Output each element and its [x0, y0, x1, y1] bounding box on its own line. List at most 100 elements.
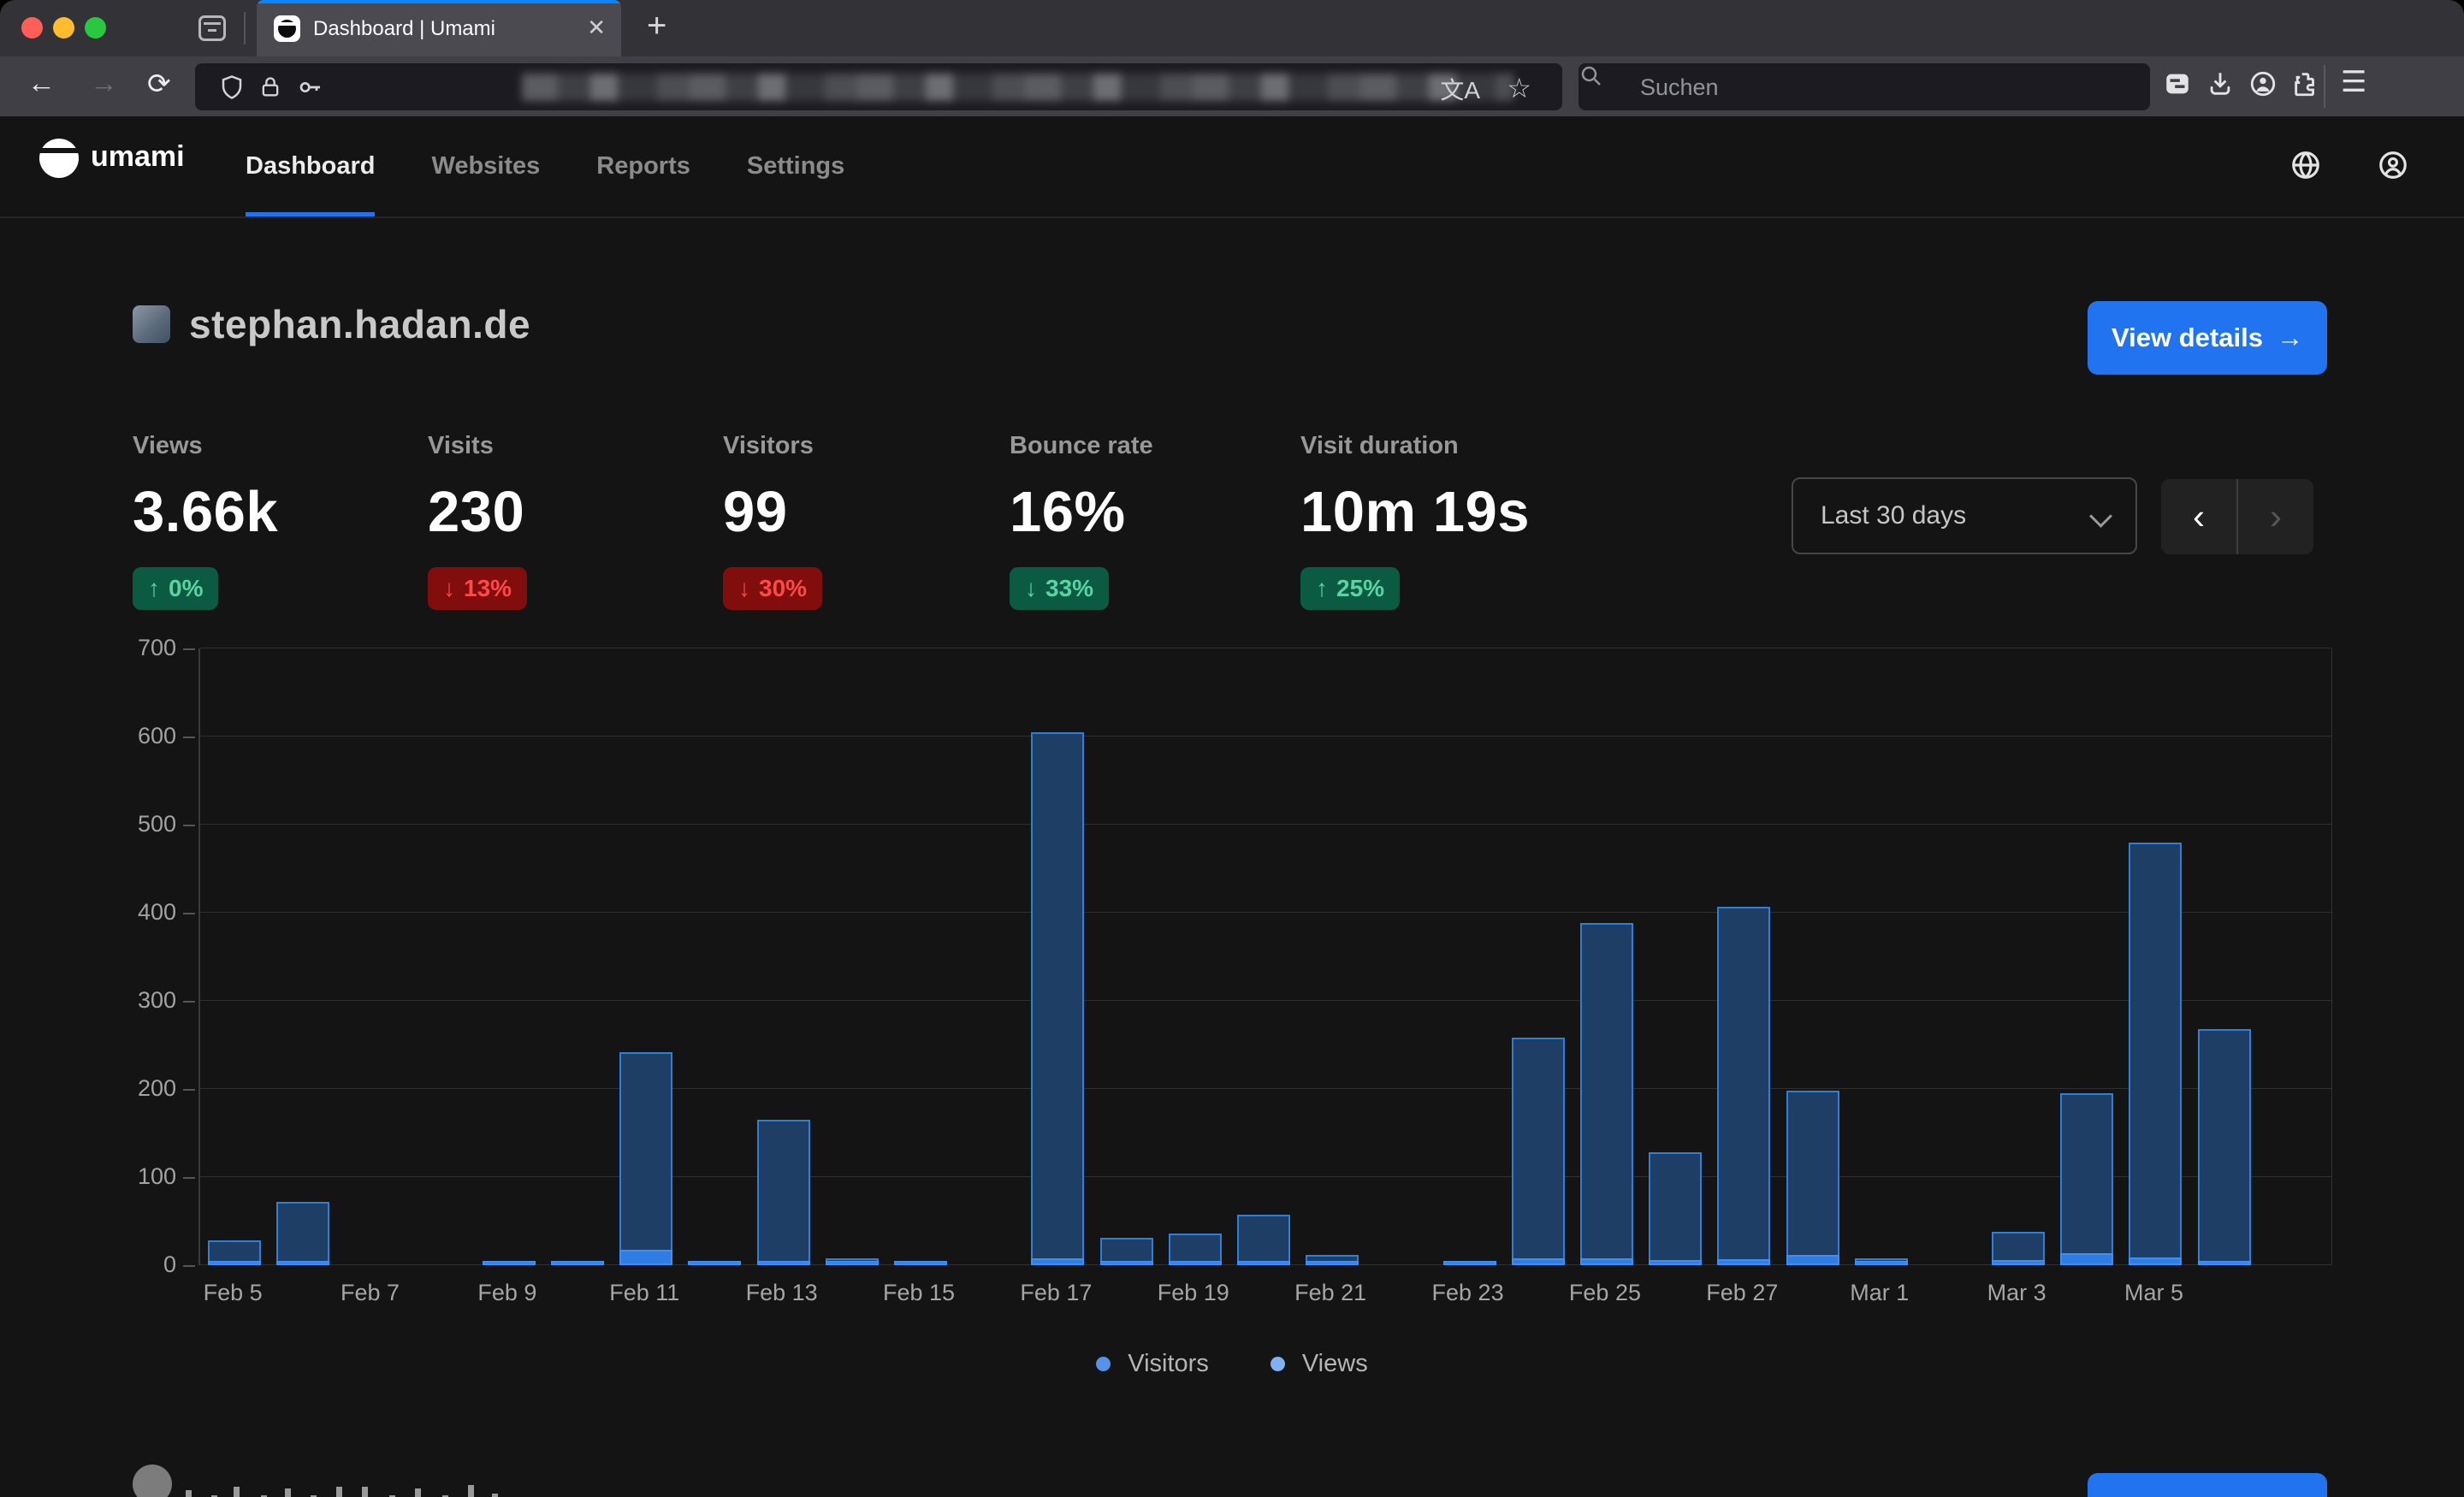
legend-label: Visitors [1128, 1350, 1209, 1378]
prev-period-button[interactable]: ‹ [2161, 479, 2236, 554]
views-bar [2198, 1029, 2251, 1265]
browser-tab[interactable]: Dashboard | Umami ✕ [257, 0, 621, 56]
lock-icon[interactable] [258, 74, 282, 101]
downloads-icon[interactable] [2206, 69, 2235, 98]
date-pager: ‹ › [2161, 479, 2313, 554]
umami-logo-icon[interactable] [39, 139, 79, 178]
views-bar [2129, 843, 2182, 1265]
window-minimize-button[interactable] [53, 17, 74, 38]
tab-title: Dashboard | Umami [313, 17, 495, 41]
legend-item-visitors[interactable]: Visitors [1096, 1350, 1209, 1378]
visitors-bar [1237, 1261, 1290, 1265]
extensions-icon[interactable] [2291, 69, 2320, 98]
stat-value: 16% [1010, 479, 1292, 545]
views-bar [1512, 1038, 1565, 1265]
profile-icon[interactable] [2377, 149, 2413, 185]
views-bar [1580, 923, 1633, 1265]
website-header: stephan.hadan.de [133, 301, 530, 347]
y-tick-mark [183, 913, 195, 914]
y-tick-label: 0 [86, 1251, 176, 1278]
close-tab-icon[interactable]: ✕ [587, 15, 606, 41]
visitors-bar [2129, 1257, 2182, 1265]
stat-visits: Visits 230 ↓13% [428, 432, 710, 610]
visitors-bar [208, 1261, 261, 1265]
gridline [200, 912, 2331, 913]
app-navbar: umami Dashboard Websites Reports Setting… [0, 116, 2464, 218]
key-icon[interactable] [296, 74, 323, 101]
website-favicon [133, 305, 170, 343]
browser-toolbar: ← → ⟳ 文A ☆ Suchen [0, 56, 2464, 116]
brand-name[interactable]: umami [91, 140, 185, 174]
views-bar [1786, 1091, 1839, 1265]
view-details-button[interactable]: View details → [2088, 301, 2327, 375]
nav-item-dashboard[interactable]: Dashboard [246, 116, 375, 216]
sidebars-icon[interactable] [2163, 69, 2192, 98]
x-tick-label: Feb 5 [204, 1280, 263, 1306]
legend-dot-icon [1096, 1357, 1111, 1371]
shield-icon[interactable] [219, 74, 245, 101]
trend-arrow-icon: ↑ [1316, 575, 1328, 602]
visitors-bar [1717, 1259, 1770, 1265]
visitors-bar [1306, 1261, 1359, 1265]
translate-icon[interactable]: 文A [1440, 72, 1480, 106]
theme-moon-icon[interactable] [2204, 149, 2240, 185]
nav-item-settings[interactable]: Settings [747, 116, 844, 216]
stat-visitors: Visitors 99 ↓30% [723, 432, 1005, 610]
x-tick-label: Mar 3 [1987, 1280, 2046, 1306]
y-tick-label: 500 [86, 811, 176, 837]
chart-legend: Visitors Views [0, 1350, 2464, 1378]
forward-button[interactable]: → [90, 67, 118, 99]
date-range-label: Last 30 days [1821, 501, 1966, 530]
gridline [200, 1088, 2331, 1089]
views-bar [1649, 1152, 1702, 1265]
y-tick-mark [183, 1089, 195, 1091]
x-tick-label: Mar 5 [2124, 1280, 2183, 1306]
next-period-button[interactable]: › [2238, 479, 2313, 554]
visitors-bar [2060, 1253, 2113, 1265]
gridline [200, 824, 2331, 825]
views-bar [757, 1120, 810, 1265]
visitors-bar [1786, 1255, 1839, 1265]
stat-value: 3.66k [133, 479, 415, 545]
visitors-bar [1580, 1258, 1633, 1265]
next-website-favicon [133, 1464, 172, 1497]
chevron-down-icon [2093, 508, 2110, 525]
visitors-bar [2198, 1261, 2251, 1265]
language-globe-icon[interactable] [2289, 149, 2325, 185]
reload-button[interactable]: ⟳ [147, 67, 171, 100]
firefox-view-icon[interactable] [198, 15, 226, 41]
gridline [200, 736, 2331, 737]
nav-item-reports[interactable]: Reports [596, 116, 690, 216]
views-bar [1717, 907, 1770, 1265]
next-website-header-clipped [133, 1464, 1159, 1497]
visitors-bar [894, 1261, 947, 1265]
legend-item-views[interactable]: Views [1270, 1350, 1368, 1378]
views-bar [276, 1202, 329, 1265]
visitors-bar [1100, 1261, 1153, 1265]
bookmark-star-icon[interactable]: ☆ [1507, 72, 1531, 104]
y-tick-mark [183, 1265, 195, 1267]
back-button[interactable]: ← [27, 67, 56, 99]
stat-label: Bounce rate [1010, 432, 1292, 460]
window-zoom-button[interactable] [85, 17, 106, 38]
x-tick-label: Feb 15 [883, 1280, 955, 1306]
account-icon[interactable] [2248, 69, 2277, 98]
new-tab-button[interactable]: + [647, 7, 666, 45]
y-tick-label: 700 [86, 635, 176, 661]
visitors-bar [1855, 1261, 1908, 1265]
y-tick-label: 400 [86, 899, 176, 926]
search-bar[interactable]: Suchen [1578, 63, 2150, 110]
views-bar [619, 1052, 672, 1265]
menu-icon[interactable]: ☰ [2341, 65, 2366, 99]
next-view-details-button-clipped[interactable] [2088, 1473, 2327, 1497]
date-range-select[interactable]: Last 30 days [1792, 477, 2137, 554]
visitors-bar [1992, 1260, 2045, 1265]
nav-links: Dashboard Websites Reports Settings [246, 116, 844, 216]
nav-item-websites[interactable]: Websites [431, 116, 540, 216]
y-tick-mark [183, 1001, 195, 1003]
window-close-button[interactable] [21, 17, 43, 38]
trend-arrow-icon: ↑ [148, 575, 160, 602]
legend-label: Views [1302, 1350, 1368, 1378]
y-tick-label: 200 [86, 1075, 176, 1102]
url-bar[interactable]: 文A ☆ [195, 63, 1562, 110]
